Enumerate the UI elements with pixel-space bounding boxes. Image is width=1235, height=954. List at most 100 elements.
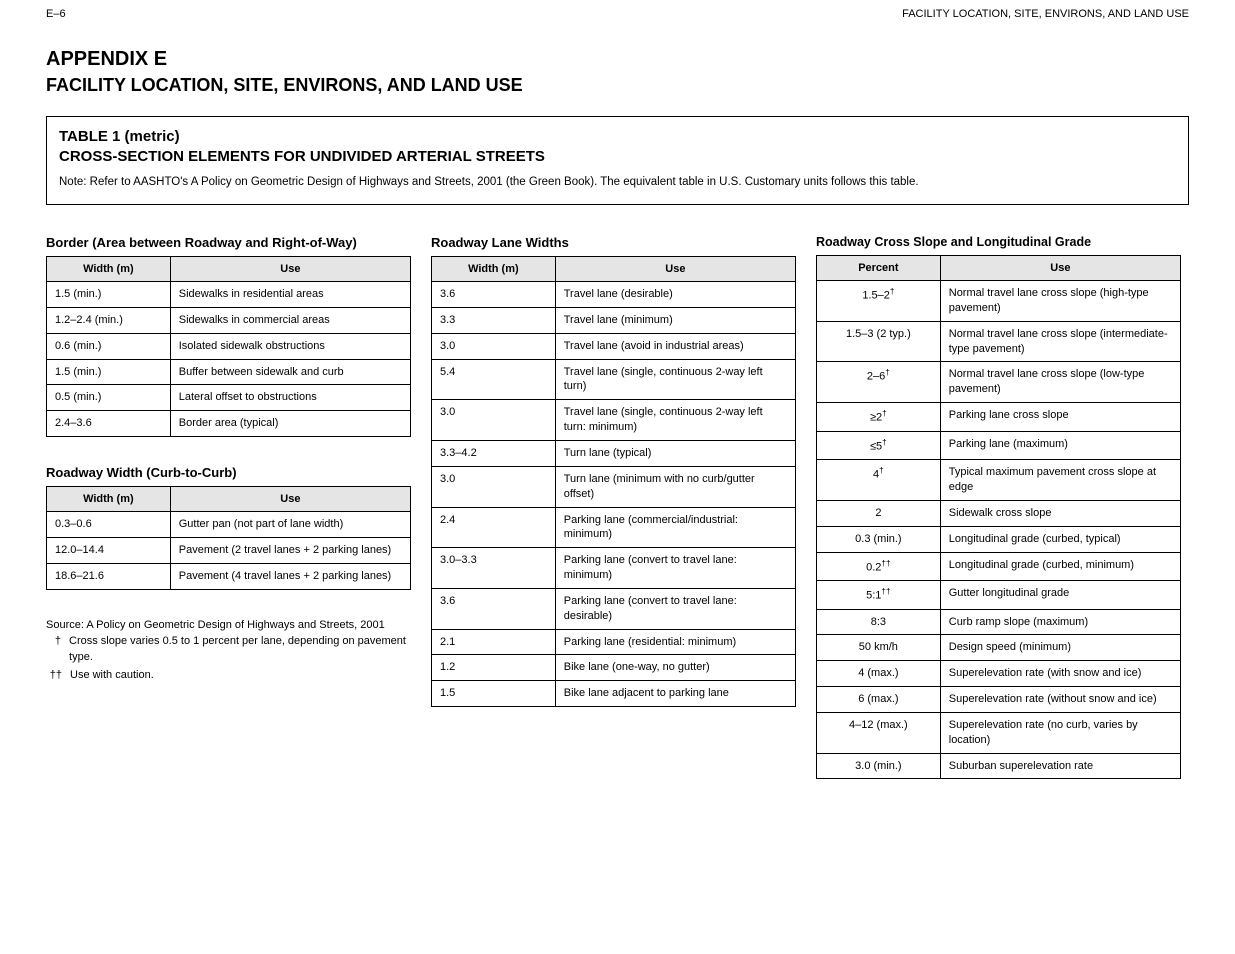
- cell-width: 1.5 (min.): [47, 359, 171, 385]
- table-head-row: Width (m) Use: [47, 487, 411, 512]
- cell-use: Parking lane (commercial/industrial: min…: [555, 507, 795, 548]
- cell-width: 4 (max.): [817, 661, 941, 687]
- cell-use: Isolated sidewalk obstructions: [170, 333, 410, 359]
- cell-use: Turn lane (typical): [555, 441, 795, 467]
- tbody: 1.5 (min.)Sidewalks in residential areas…: [47, 282, 411, 437]
- cell-use: Bike lane (one-way, no gutter): [555, 655, 795, 681]
- table-row: 8:3Curb ramp slope (maximum): [817, 609, 1181, 635]
- cell-use: Design speed (minimum): [940, 635, 1180, 661]
- table-row: 4–12 (max.)Superelevation rate (no curb,…: [817, 712, 1181, 753]
- cell-width: 3.3: [432, 307, 556, 333]
- table-row: 2.4–3.6Border area (typical): [47, 411, 411, 437]
- cell-use: Curb ramp slope (maximum): [940, 609, 1180, 635]
- table-row: 3.0Travel lane (single, continuous 2-way…: [432, 400, 796, 441]
- cell-use: Superelevation rate (no curb, varies by …: [940, 712, 1180, 753]
- cell-width: 1.5–2†: [817, 281, 941, 322]
- table-row: 3.0–3.3Parking lane (convert to travel l…: [432, 548, 796, 589]
- table-border-area: Width (m) Use 1.5 (min.)Sidewalks in res…: [46, 256, 411, 437]
- cell-use: Pavement (2 travel lanes + 2 parking lan…: [170, 538, 410, 564]
- table-row: 3.3Travel lane (minimum): [432, 307, 796, 333]
- cell-use: Parking lane (convert to travel lane: de…: [555, 588, 795, 629]
- cell-width: 1.5: [432, 681, 556, 707]
- cell-width: 2: [817, 500, 941, 526]
- table-row: 1.5–2†Normal travel lane cross slope (hi…: [817, 281, 1181, 322]
- cell-use: Superelevation rate (without snow and ic…: [940, 687, 1180, 713]
- cell-use: Parking lane (maximum): [940, 431, 1180, 460]
- cell-width: 0.6 (min.): [47, 333, 171, 359]
- table-head-row: Percent Use: [817, 256, 1181, 281]
- table-title-box: TABLE 1 (metric) CROSS-SECTION ELEMENTS …: [46, 116, 1189, 205]
- th-width: Width (m): [432, 257, 556, 282]
- cell-width: 0.3–0.6: [47, 512, 171, 538]
- column-3: Roadway Cross Slope and Longitudinal Gra…: [816, 235, 1181, 807]
- cell-use: Parking lane (convert to travel lane: mi…: [555, 548, 795, 589]
- tbody: 1.5–2†Normal travel lane cross slope (hi…: [817, 281, 1181, 779]
- table-cross-slope: Percent Use 1.5–2†Normal travel lane cro…: [816, 255, 1181, 779]
- footnote-source: Source: A Policy on Geometric Design of …: [46, 618, 411, 634]
- th-width: Width (m): [47, 257, 171, 282]
- cell-width: ≥2†: [817, 403, 941, 432]
- table-row: 3.0Travel lane (avoid in industrial area…: [432, 333, 796, 359]
- cell-use: Normal travel lane cross slope (low-type…: [940, 362, 1180, 403]
- table-row: 6 (max.)Superelevation rate (without sno…: [817, 687, 1181, 713]
- cell-use: Typical maximum pavement cross slope at …: [940, 460, 1180, 501]
- cell-use: Travel lane (minimum): [555, 307, 795, 333]
- cell-width: 3.0–3.3: [432, 548, 556, 589]
- th-width: Width (m): [47, 487, 171, 512]
- cell-width: 8:3: [817, 609, 941, 635]
- page-number-left: E–6: [46, 8, 66, 20]
- page-header-bar: E–6 FACILITY LOCATION, SITE, ENVIRONS, A…: [0, 0, 1235, 20]
- table-row: 1.2Bike lane (one-way, no gutter): [432, 655, 796, 681]
- cell-width: 2–6†: [817, 362, 941, 403]
- table-row: 2–6†Normal travel lane cross slope (low-…: [817, 362, 1181, 403]
- table-head-row: Width (m) Use: [432, 257, 796, 282]
- appendix-heading: APPENDIX E: [46, 48, 1189, 71]
- appendix-subheading: FACILITY LOCATION, SITE, ENVIRONS, AND L…: [46, 75, 1189, 96]
- th-use: Use: [170, 487, 410, 512]
- table-note: Note: Refer to AASHTO's A Policy on Geom…: [59, 174, 1176, 190]
- cell-use: Superelevation rate (with snow and ice): [940, 661, 1180, 687]
- table-row: 18.6–21.6Pavement (4 travel lanes + 2 pa…: [47, 563, 411, 589]
- table-title: CROSS-SECTION ELEMENTS FOR UNDIVIDED ART…: [59, 147, 1176, 167]
- cell-width: 3.3–4.2: [432, 441, 556, 467]
- cell-use: Gutter longitudinal grade: [940, 581, 1180, 610]
- table-row: 0.5 (min.)Lateral offset to obstructions: [47, 385, 411, 411]
- footnotes: Source: A Policy on Geometric Design of …: [46, 618, 411, 684]
- table-row: 5:1††Gutter longitudinal grade: [817, 581, 1181, 610]
- th-percent: Percent: [817, 256, 941, 281]
- table-row: 0.3 (min.)Longitudinal grade (curbed, ty…: [817, 526, 1181, 552]
- th-use: Use: [555, 257, 795, 282]
- cell-width: 0.3 (min.): [817, 526, 941, 552]
- table-row: 1.2–2.4 (min.)Sidewalks in commercial ar…: [47, 307, 411, 333]
- column-1: Border (Area between Roadway and Right-o…: [46, 235, 411, 685]
- table-row: 12.0–14.4Pavement (2 travel lanes + 2 pa…: [47, 538, 411, 564]
- section-title-cross-slope: Roadway Cross Slope and Longitudinal Gra…: [816, 235, 1181, 249]
- table-row: 4†Typical maximum pavement cross slope a…: [817, 460, 1181, 501]
- cell-use: Sidewalks in commercial areas: [170, 307, 410, 333]
- tbody: 3.6Travel lane (desirable)3.3Travel lane…: [432, 282, 796, 707]
- table-row: 1.5 (min.)Buffer between sidewalk and cu…: [47, 359, 411, 385]
- table-row: 3.6Parking lane (convert to travel lane:…: [432, 588, 796, 629]
- footnote-2-mark: ††: [46, 668, 62, 684]
- table-row: ≤5†Parking lane (maximum): [817, 431, 1181, 460]
- table-row: 5.4Travel lane (single, continuous 2-way…: [432, 359, 796, 400]
- table-number: TABLE 1 (metric): [59, 127, 1176, 147]
- cell-width: 2.4: [432, 507, 556, 548]
- table-row: 0.2††Longitudinal grade (curbed, minimum…: [817, 552, 1181, 581]
- table-row: 2.1Parking lane (residential: minimum): [432, 629, 796, 655]
- cell-width: 3.0: [432, 400, 556, 441]
- table-row: 50 km/hDesign speed (minimum): [817, 635, 1181, 661]
- cell-width: 1.2: [432, 655, 556, 681]
- table-row: 0.3–0.6Gutter pan (not part of lane widt…: [47, 512, 411, 538]
- table-row: 3.0 (min.)Suburban superelevation rate: [817, 753, 1181, 779]
- cell-width: 18.6–21.6: [47, 563, 171, 589]
- column-2: Roadway Lane Widths Width (m) Use 3.6Tra…: [431, 235, 796, 735]
- cell-use: Suburban superelevation rate: [940, 753, 1180, 779]
- table-row: 1.5–3 (2 typ.)Normal travel lane cross s…: [817, 321, 1181, 362]
- footnote-2-text: Use with caution.: [70, 668, 154, 684]
- cell-width: 4–12 (max.): [817, 712, 941, 753]
- table-row: 1.5Bike lane adjacent to parking lane: [432, 681, 796, 707]
- cell-use: Travel lane (avoid in industrial areas): [555, 333, 795, 359]
- cell-width: 1.2–2.4 (min.): [47, 307, 171, 333]
- cell-width: 4†: [817, 460, 941, 501]
